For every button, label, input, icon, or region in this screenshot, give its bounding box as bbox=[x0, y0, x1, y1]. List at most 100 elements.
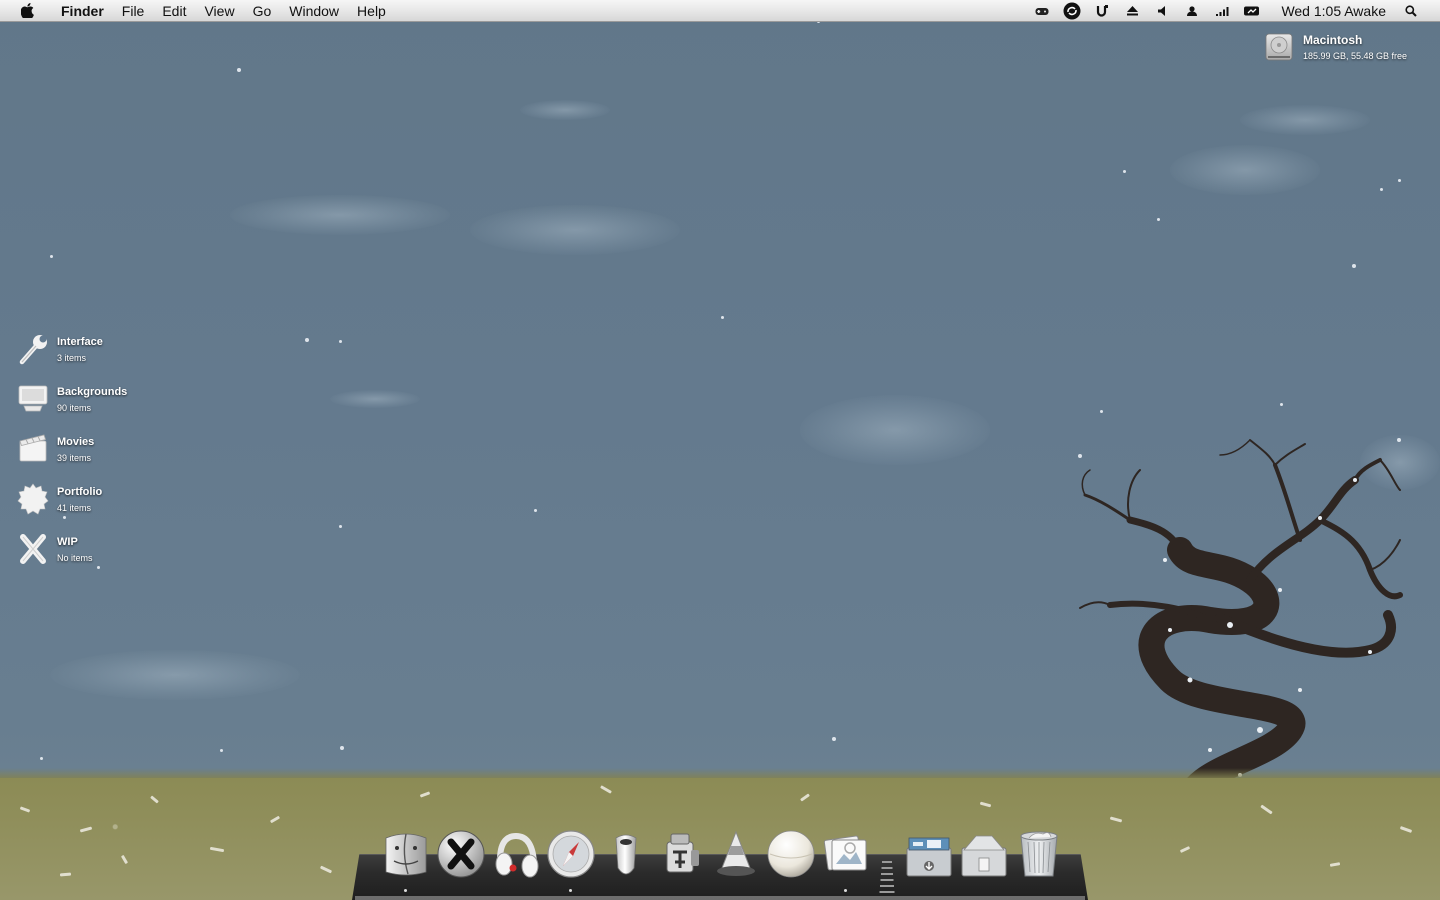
petal bbox=[1109, 816, 1123, 823]
menu-go[interactable]: Go bbox=[244, 0, 281, 22]
traffic-cone-icon bbox=[717, 830, 755, 876]
snowflake bbox=[1100, 410, 1103, 413]
running-indicator bbox=[569, 889, 572, 892]
snowflake bbox=[1123, 170, 1126, 173]
petal bbox=[150, 795, 159, 804]
folder-count: 90 items bbox=[57, 403, 92, 413]
battery-status-button[interactable] bbox=[1237, 0, 1267, 22]
folder-name: Interface bbox=[57, 336, 103, 348]
cloud bbox=[520, 100, 610, 120]
spotlight-icon bbox=[1405, 4, 1417, 17]
sphere-icon bbox=[767, 830, 815, 878]
dock-item-automator[interactable] bbox=[655, 828, 707, 884]
spotlight-button[interactable] bbox=[1396, 0, 1426, 22]
snowflake bbox=[340, 746, 344, 750]
wrench-icon bbox=[19, 335, 47, 365]
petal bbox=[269, 815, 281, 824]
finder-icon bbox=[385, 833, 427, 876]
petal bbox=[1179, 846, 1191, 853]
dock-item-beats-headphones[interactable] bbox=[490, 828, 542, 884]
monitor-icon bbox=[18, 385, 48, 412]
wifi-icon bbox=[1215, 6, 1229, 16]
volume-status-button[interactable] bbox=[1147, 0, 1177, 22]
snowflake bbox=[1280, 403, 1283, 406]
petal bbox=[319, 865, 333, 874]
app-menu-finder[interactable]: Finder bbox=[52, 0, 113, 22]
folder-count: 3 items bbox=[57, 353, 87, 363]
folder-count: No items bbox=[57, 553, 93, 563]
dock-shelf-highlight bbox=[355, 896, 1085, 900]
folder-name: Backgrounds bbox=[57, 386, 128, 398]
hard-drive-icon bbox=[1265, 33, 1293, 61]
petal bbox=[600, 785, 612, 794]
menu-bar: Finder File Edit View Go Window Help Wed… bbox=[0, 0, 1440, 22]
menu-clock[interactable]: Wed 1:05 Awake bbox=[1267, 3, 1396, 19]
clapperboard-icon bbox=[19, 434, 47, 462]
petal bbox=[1329, 862, 1341, 867]
dock-item-trash[interactable] bbox=[1013, 828, 1065, 884]
dock-item-downloads-stack[interactable] bbox=[903, 828, 955, 884]
menu-edit[interactable]: Edit bbox=[153, 0, 195, 22]
running-indicator bbox=[404, 889, 407, 892]
snowflake bbox=[50, 255, 53, 258]
volume-name: Macintosh bbox=[1303, 33, 1363, 47]
eject-icon bbox=[1126, 5, 1138, 15]
menu-help[interactable]: Help bbox=[348, 0, 395, 22]
desktop-folder-interface[interactable]: Interface 3 items bbox=[16, 332, 196, 372]
volume-icon bbox=[1158, 5, 1166, 16]
dock-item-safari[interactable] bbox=[545, 828, 597, 884]
petal bbox=[209, 846, 225, 853]
desktop-folder-movies[interactable]: Movies 39 items bbox=[16, 432, 196, 472]
dock-item-vlc[interactable] bbox=[710, 828, 762, 884]
folder-name: Portfolio bbox=[57, 486, 103, 498]
dock-item-system-x[interactable] bbox=[435, 828, 487, 884]
trash-icon bbox=[1020, 831, 1058, 877]
eject-status-button[interactable] bbox=[1117, 0, 1147, 22]
u-status-button[interactable] bbox=[1087, 0, 1117, 22]
folder-count: 39 items bbox=[57, 453, 92, 463]
petal bbox=[79, 826, 93, 833]
petal bbox=[19, 806, 31, 813]
menu-window[interactable]: Window bbox=[280, 0, 348, 22]
dock-item-finder[interactable] bbox=[380, 828, 432, 884]
snowflake bbox=[40, 757, 43, 760]
apple-menu-button[interactable] bbox=[14, 3, 40, 18]
running-indicator bbox=[844, 889, 847, 892]
petal bbox=[800, 793, 810, 802]
cloud bbox=[1170, 145, 1320, 195]
cloud bbox=[1240, 105, 1370, 135]
desktop-folder-backgrounds[interactable]: Backgrounds 90 items bbox=[16, 382, 196, 422]
documents-box-icon bbox=[961, 835, 1007, 877]
sync-icon bbox=[1063, 2, 1081, 19]
cloud bbox=[330, 390, 420, 408]
robot-icon bbox=[666, 833, 699, 873]
user-status-button[interactable] bbox=[1177, 0, 1207, 22]
dock-item-preview[interactable] bbox=[820, 828, 872, 884]
dock-item-capsule[interactable] bbox=[600, 828, 652, 884]
cloud bbox=[800, 395, 990, 465]
petal bbox=[1260, 804, 1273, 815]
snowflake bbox=[1380, 188, 1383, 191]
wifi-status-button[interactable] bbox=[1207, 0, 1237, 22]
tree-illustration bbox=[1079, 439, 1403, 820]
desktop-folder-portfolio[interactable]: Portfolio 41 items bbox=[16, 482, 196, 522]
dock-item-orb[interactable] bbox=[765, 828, 817, 884]
snowflake bbox=[305, 338, 309, 342]
photo-icon bbox=[823, 835, 867, 871]
desktop-folder-wip[interactable]: WIP No items bbox=[16, 532, 196, 572]
capsule-icon bbox=[615, 834, 637, 875]
gamepad-status-button[interactable] bbox=[1027, 0, 1057, 22]
sync-status-button[interactable] bbox=[1057, 0, 1087, 22]
menu-view[interactable]: View bbox=[195, 0, 243, 22]
desktop-volume-macintosh[interactable]: Macintosh 185.99 GB, 55.48 GB free bbox=[1264, 30, 1434, 66]
downloads-box-icon bbox=[906, 837, 952, 877]
snowflake bbox=[534, 509, 537, 512]
headphones-icon bbox=[495, 832, 539, 878]
snowflake bbox=[220, 749, 223, 752]
menu-file[interactable]: File bbox=[113, 0, 154, 22]
dock-separator bbox=[879, 861, 895, 893]
snowflake bbox=[1157, 218, 1160, 221]
folder-name: Movies bbox=[57, 436, 95, 448]
dock-item-documents-stack[interactable] bbox=[958, 828, 1010, 884]
volume-info: 185.99 GB, 55.48 GB free bbox=[1303, 51, 1408, 61]
